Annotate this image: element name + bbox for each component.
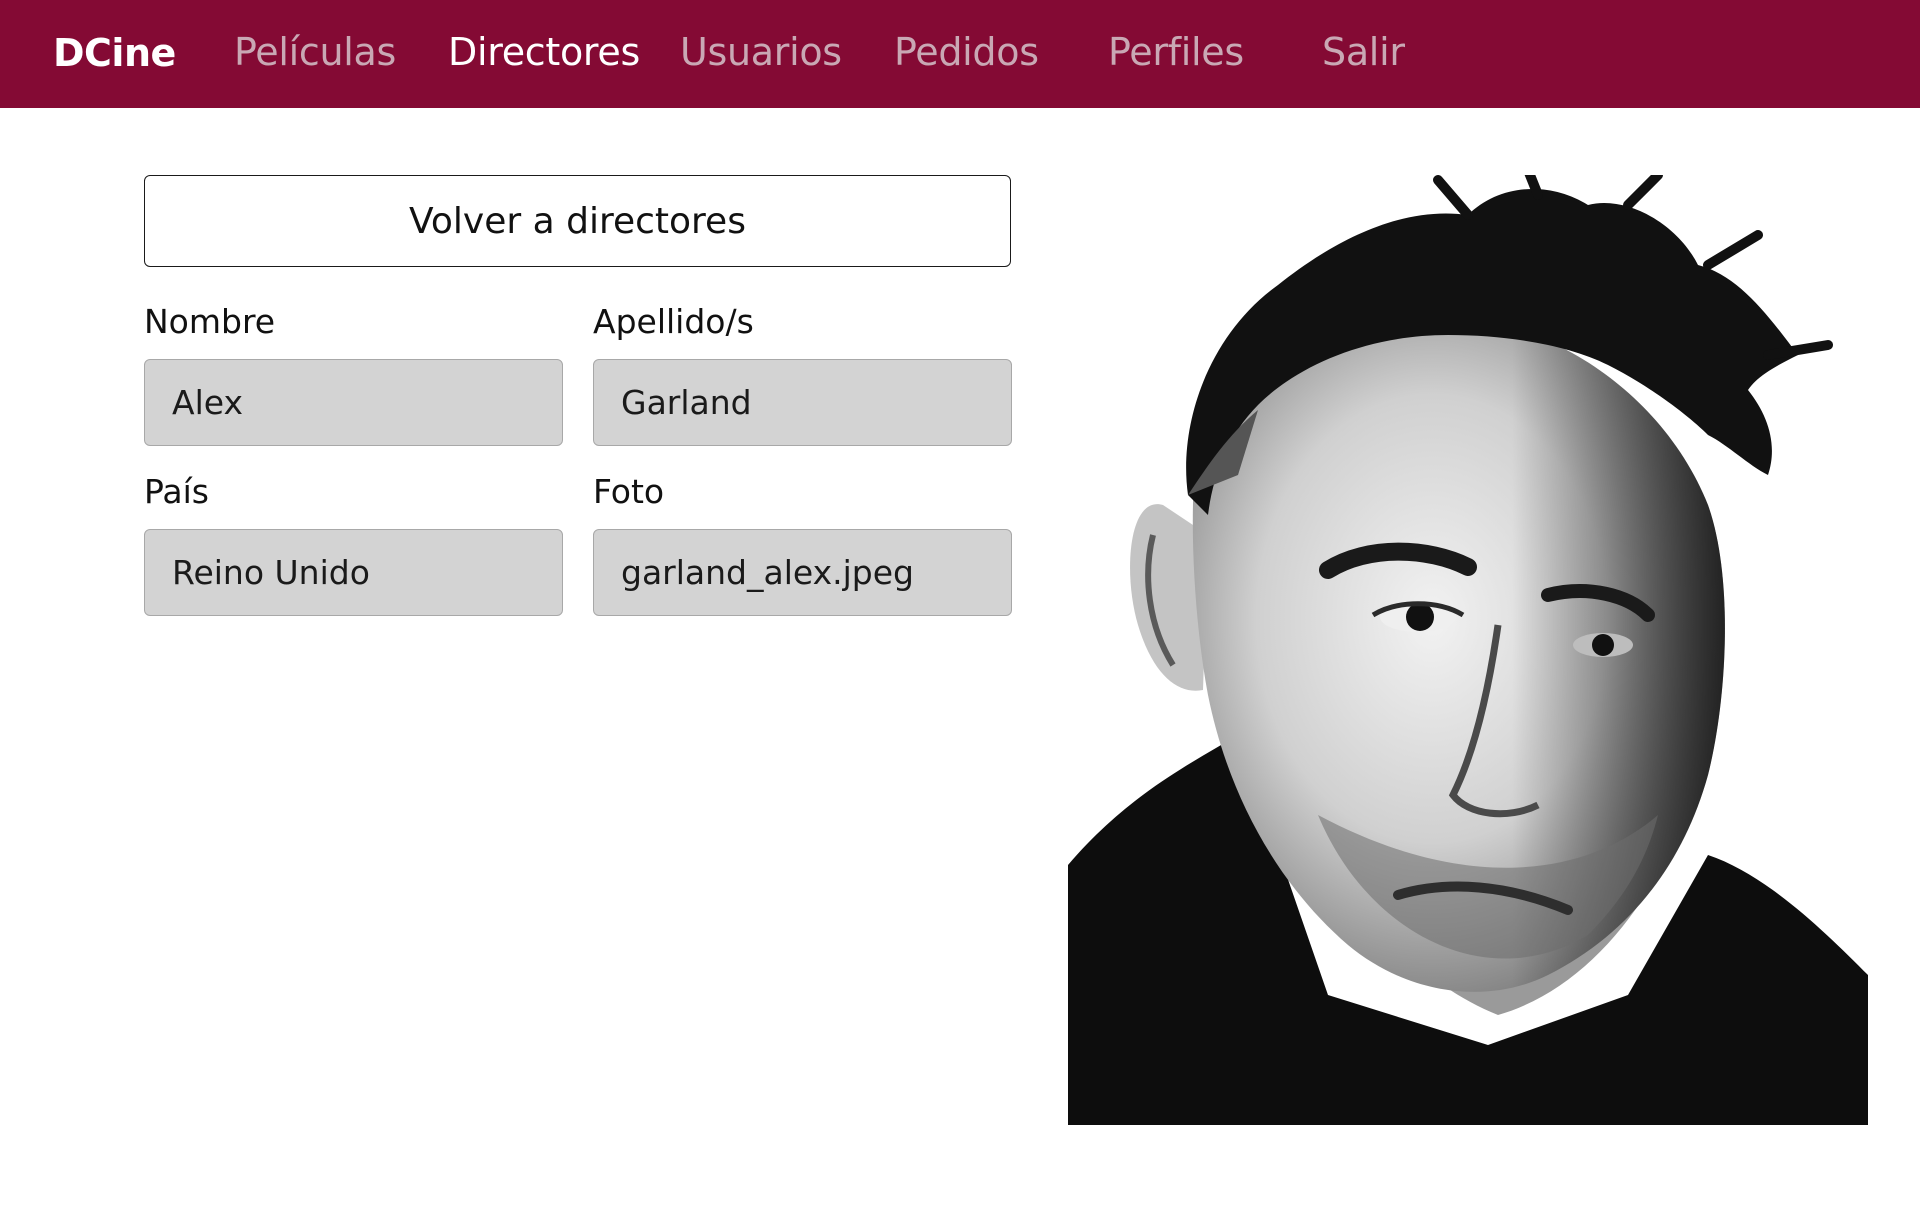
apellidos-field[interactable] <box>593 359 1012 446</box>
pais-label: País <box>144 472 210 511</box>
nav-link-directores[interactable]: Directores <box>448 30 640 74</box>
nav-link-usuarios[interactable]: Usuarios <box>680 30 842 74</box>
nombre-field[interactable] <box>144 359 563 446</box>
foto-field[interactable] <box>593 529 1012 616</box>
nav-link-peliculas[interactable]: Películas <box>234 30 396 74</box>
nav-link-pedidos[interactable]: Pedidos <box>894 30 1039 74</box>
director-portrait-photo <box>1068 175 1868 1125</box>
top-navbar: DCine Películas Directores Usuarios Pedi… <box>0 0 1920 108</box>
foto-label: Foto <box>593 472 665 511</box>
nombre-label: Nombre <box>144 302 276 341</box>
pais-field[interactable] <box>144 529 563 616</box>
apellidos-label: Apellido/s <box>593 302 754 341</box>
nav-link-salir[interactable]: Salir <box>1322 30 1405 74</box>
nav-link-perfiles[interactable]: Perfiles <box>1108 30 1244 74</box>
back-to-directors-button[interactable]: Volver a directores <box>144 175 1011 267</box>
brand-logo[interactable]: DCine <box>53 31 176 75</box>
